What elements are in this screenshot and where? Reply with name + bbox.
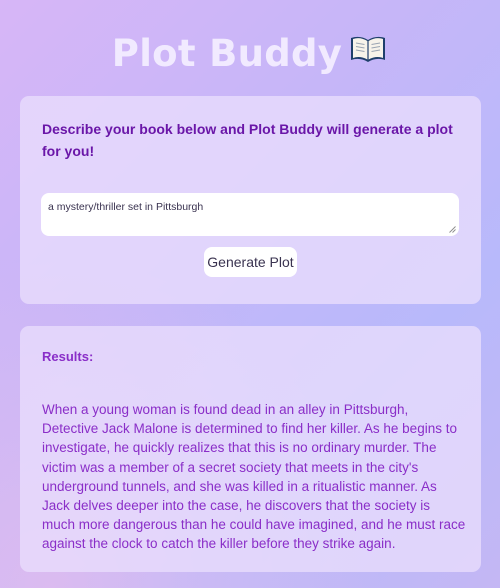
results-text: When a young woman is found dead in an a… — [42, 402, 466, 552]
results-label: Results: — [42, 349, 94, 364]
results-card: Results: When a young woman is found dea… — [20, 326, 481, 572]
generate-plot-button[interactable]: Generate Plot — [204, 247, 297, 277]
prompt-card: Describe your book below and Plot Buddy … — [20, 96, 481, 304]
page-title-text: Plot Buddy — [111, 32, 343, 75]
resize-handle-icon[interactable] — [449, 226, 456, 233]
book-description-input[interactable]: a mystery/thriller set in Pittsburgh — [41, 193, 459, 236]
page-title: Plot Buddy — [0, 31, 500, 79]
book-description-value: a mystery/thriller set in Pittsburgh — [48, 201, 204, 213]
open-book-icon — [348, 30, 388, 76]
prompt-instruction: Describe your book below and Plot Buddy … — [42, 121, 453, 159]
